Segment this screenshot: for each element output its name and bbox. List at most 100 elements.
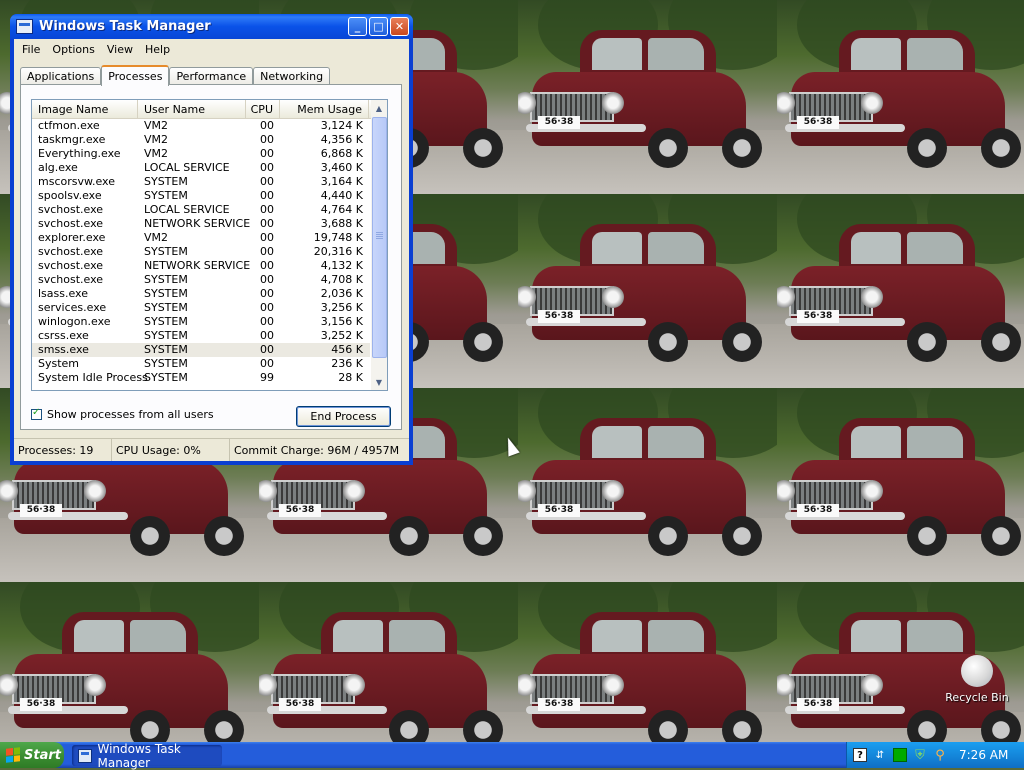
close-button[interactable]: ✕: [390, 17, 409, 36]
process-row[interactable]: taskmgr.exe VM2 00 4,356 K: [32, 133, 370, 147]
clock[interactable]: 7:26 AM: [959, 748, 1008, 762]
recycle-bin-icon: [961, 655, 993, 687]
tab-strip: Applications Processes Performance Netwo…: [20, 65, 331, 86]
process-row[interactable]: lsass.exe SYSTEM 00 2,036 K: [32, 287, 370, 301]
menu-options[interactable]: Options: [46, 43, 100, 56]
process-user: VM2: [144, 147, 169, 160]
process-row[interactable]: Everything.exe VM2 00 6,868 K: [32, 147, 370, 161]
title-bar[interactable]: Windows Task Manager _ □ ✕: [10, 14, 413, 39]
process-row[interactable]: System Idle Process SYSTEM 99 28 K: [32, 371, 370, 385]
process-mem: 3,124 K: [320, 119, 363, 132]
process-cpu: 00: [260, 287, 274, 300]
network-icon[interactable]: ⇵: [873, 748, 887, 762]
process-name: svchost.exe: [38, 273, 104, 286]
task-manager-icon: [78, 748, 93, 763]
process-user: SYSTEM: [144, 329, 188, 342]
process-mem: 3,164 K: [320, 175, 363, 188]
taskbar-item-label: Windows Task Manager: [97, 741, 181, 770]
wallpaper-tile: 56·38: [777, 194, 1024, 388]
minimize-button[interactable]: _: [348, 17, 367, 36]
menu-help[interactable]: Help: [139, 43, 176, 56]
process-row[interactable]: svchost.exe SYSTEM 00 4,708 K: [32, 273, 370, 287]
process-mem: 6,868 K: [320, 147, 363, 160]
process-row[interactable]: svchost.exe LOCAL SERVICE 00 4,764 K: [32, 203, 370, 217]
menu-view[interactable]: View: [101, 43, 139, 56]
task-manager-window[interactable]: Windows Task Manager _ □ ✕ File Options …: [10, 14, 413, 465]
wallpaper-tile: 56·38: [518, 582, 777, 742]
process-row[interactable]: alg.exe LOCAL SERVICE 00 3,460 K: [32, 161, 370, 175]
process-mem: 28 K: [338, 371, 363, 384]
grip-icon: [376, 232, 383, 240]
tab-applications[interactable]: Applications: [20, 67, 102, 85]
show-all-processes-checkbox[interactable]: Show processes from all users: [31, 407, 214, 421]
wallpaper-tile: 56·38: [0, 582, 259, 742]
search-icon[interactable]: ⚲: [933, 748, 947, 763]
process-cpu: 00: [260, 161, 274, 174]
show-all-processes-label: Show processes from all users: [47, 408, 214, 421]
process-cpu: 00: [260, 203, 274, 216]
windows-flag-icon: [6, 747, 20, 763]
license-plate: 56·38: [797, 116, 839, 129]
wallpaper-tile: 56·38: [777, 0, 1024, 194]
process-name: lsass.exe: [38, 287, 88, 300]
process-row[interactable]: winlogon.exe SYSTEM 00 3,156 K: [32, 315, 370, 329]
scroll-up-icon[interactable]: ▲: [371, 100, 387, 116]
process-mem: 3,256 K: [320, 301, 363, 314]
process-row[interactable]: svchost.exe SYSTEM 00 20,316 K: [32, 245, 370, 259]
process-list[interactable]: Image Name User Name CPU Mem Usage ctfmo…: [31, 99, 388, 391]
start-button[interactable]: Start: [0, 742, 64, 768]
process-user: SYSTEM: [144, 301, 188, 314]
help-icon[interactable]: ?: [853, 748, 867, 762]
cpu-meter-icon[interactable]: [893, 748, 907, 762]
process-row[interactable]: svchost.exe NETWORK SERVICE 00 3,688 K: [32, 217, 370, 231]
license-plate: 56·38: [797, 698, 839, 711]
scroll-down-icon[interactable]: ▼: [371, 374, 387, 390]
menu-file[interactable]: File: [16, 43, 46, 56]
process-row[interactable]: explorer.exe VM2 00 19,748 K: [32, 231, 370, 245]
column-mem-usage[interactable]: Mem Usage: [280, 100, 369, 118]
process-cpu: 00: [260, 273, 274, 286]
recycle-bin[interactable]: Recycle Bin: [942, 655, 1012, 704]
process-user: VM2: [144, 119, 169, 132]
process-name: taskmgr.exe: [38, 133, 106, 146]
process-cpu: 00: [260, 245, 274, 258]
process-row[interactable]: smss.exe SYSTEM 00 456 K: [32, 343, 370, 357]
process-user: SYSTEM: [144, 175, 188, 188]
process-name: System: [38, 357, 80, 370]
recycle-bin-label: Recycle Bin: [945, 691, 1009, 704]
process-row[interactable]: spoolsv.exe SYSTEM 00 4,440 K: [32, 189, 370, 203]
process-mem: 19,748 K: [313, 231, 363, 244]
wallpaper-tile: 56·38: [777, 388, 1024, 582]
taskbar-item-task-manager[interactable]: Windows Task Manager: [72, 742, 222, 770]
tab-processes[interactable]: Processes: [101, 65, 170, 86]
process-name: smss.exe: [38, 343, 89, 356]
process-user: SYSTEM: [144, 245, 188, 258]
process-user: LOCAL SERVICE: [144, 161, 230, 174]
process-row[interactable]: ctfmon.exe VM2 00 3,124 K: [32, 119, 370, 133]
license-plate: 56·38: [538, 698, 580, 711]
process-row[interactable]: mscorsvw.exe SYSTEM 00 3,164 K: [32, 175, 370, 189]
end-process-button[interactable]: End Process: [296, 406, 391, 427]
process-row[interactable]: services.exe SYSTEM 00 3,256 K: [32, 301, 370, 315]
status-processes: Processes: 19: [14, 439, 112, 461]
process-user: SYSTEM: [144, 315, 188, 328]
license-plate: 56·38: [538, 310, 580, 323]
shield-icon[interactable]: ⛨: [913, 748, 927, 763]
process-row[interactable]: svchost.exe NETWORK SERVICE 00 4,132 K: [32, 259, 370, 273]
vertical-scrollbar[interactable]: ▲ ▼: [371, 100, 387, 390]
process-row[interactable]: csrss.exe SYSTEM 00 3,252 K: [32, 329, 370, 343]
license-plate: 56·38: [797, 504, 839, 517]
tab-networking[interactable]: Networking: [253, 67, 331, 85]
tab-performance[interactable]: Performance: [169, 67, 254, 85]
process-cpu: 00: [260, 189, 274, 202]
menu-bar: File Options View Help: [14, 39, 409, 59]
process-name: ctfmon.exe: [38, 119, 100, 132]
scrollbar-thumb[interactable]: [372, 117, 387, 358]
process-row[interactable]: System SYSTEM 00 236 K: [32, 357, 370, 371]
maximize-button[interactable]: □: [369, 17, 388, 36]
process-cpu: 00: [260, 231, 274, 244]
column-image-name[interactable]: Image Name: [32, 100, 138, 118]
column-user-name[interactable]: User Name: [138, 100, 246, 118]
checkbox-checked-icon[interactable]: [31, 407, 42, 420]
column-cpu[interactable]: CPU: [246, 100, 280, 118]
